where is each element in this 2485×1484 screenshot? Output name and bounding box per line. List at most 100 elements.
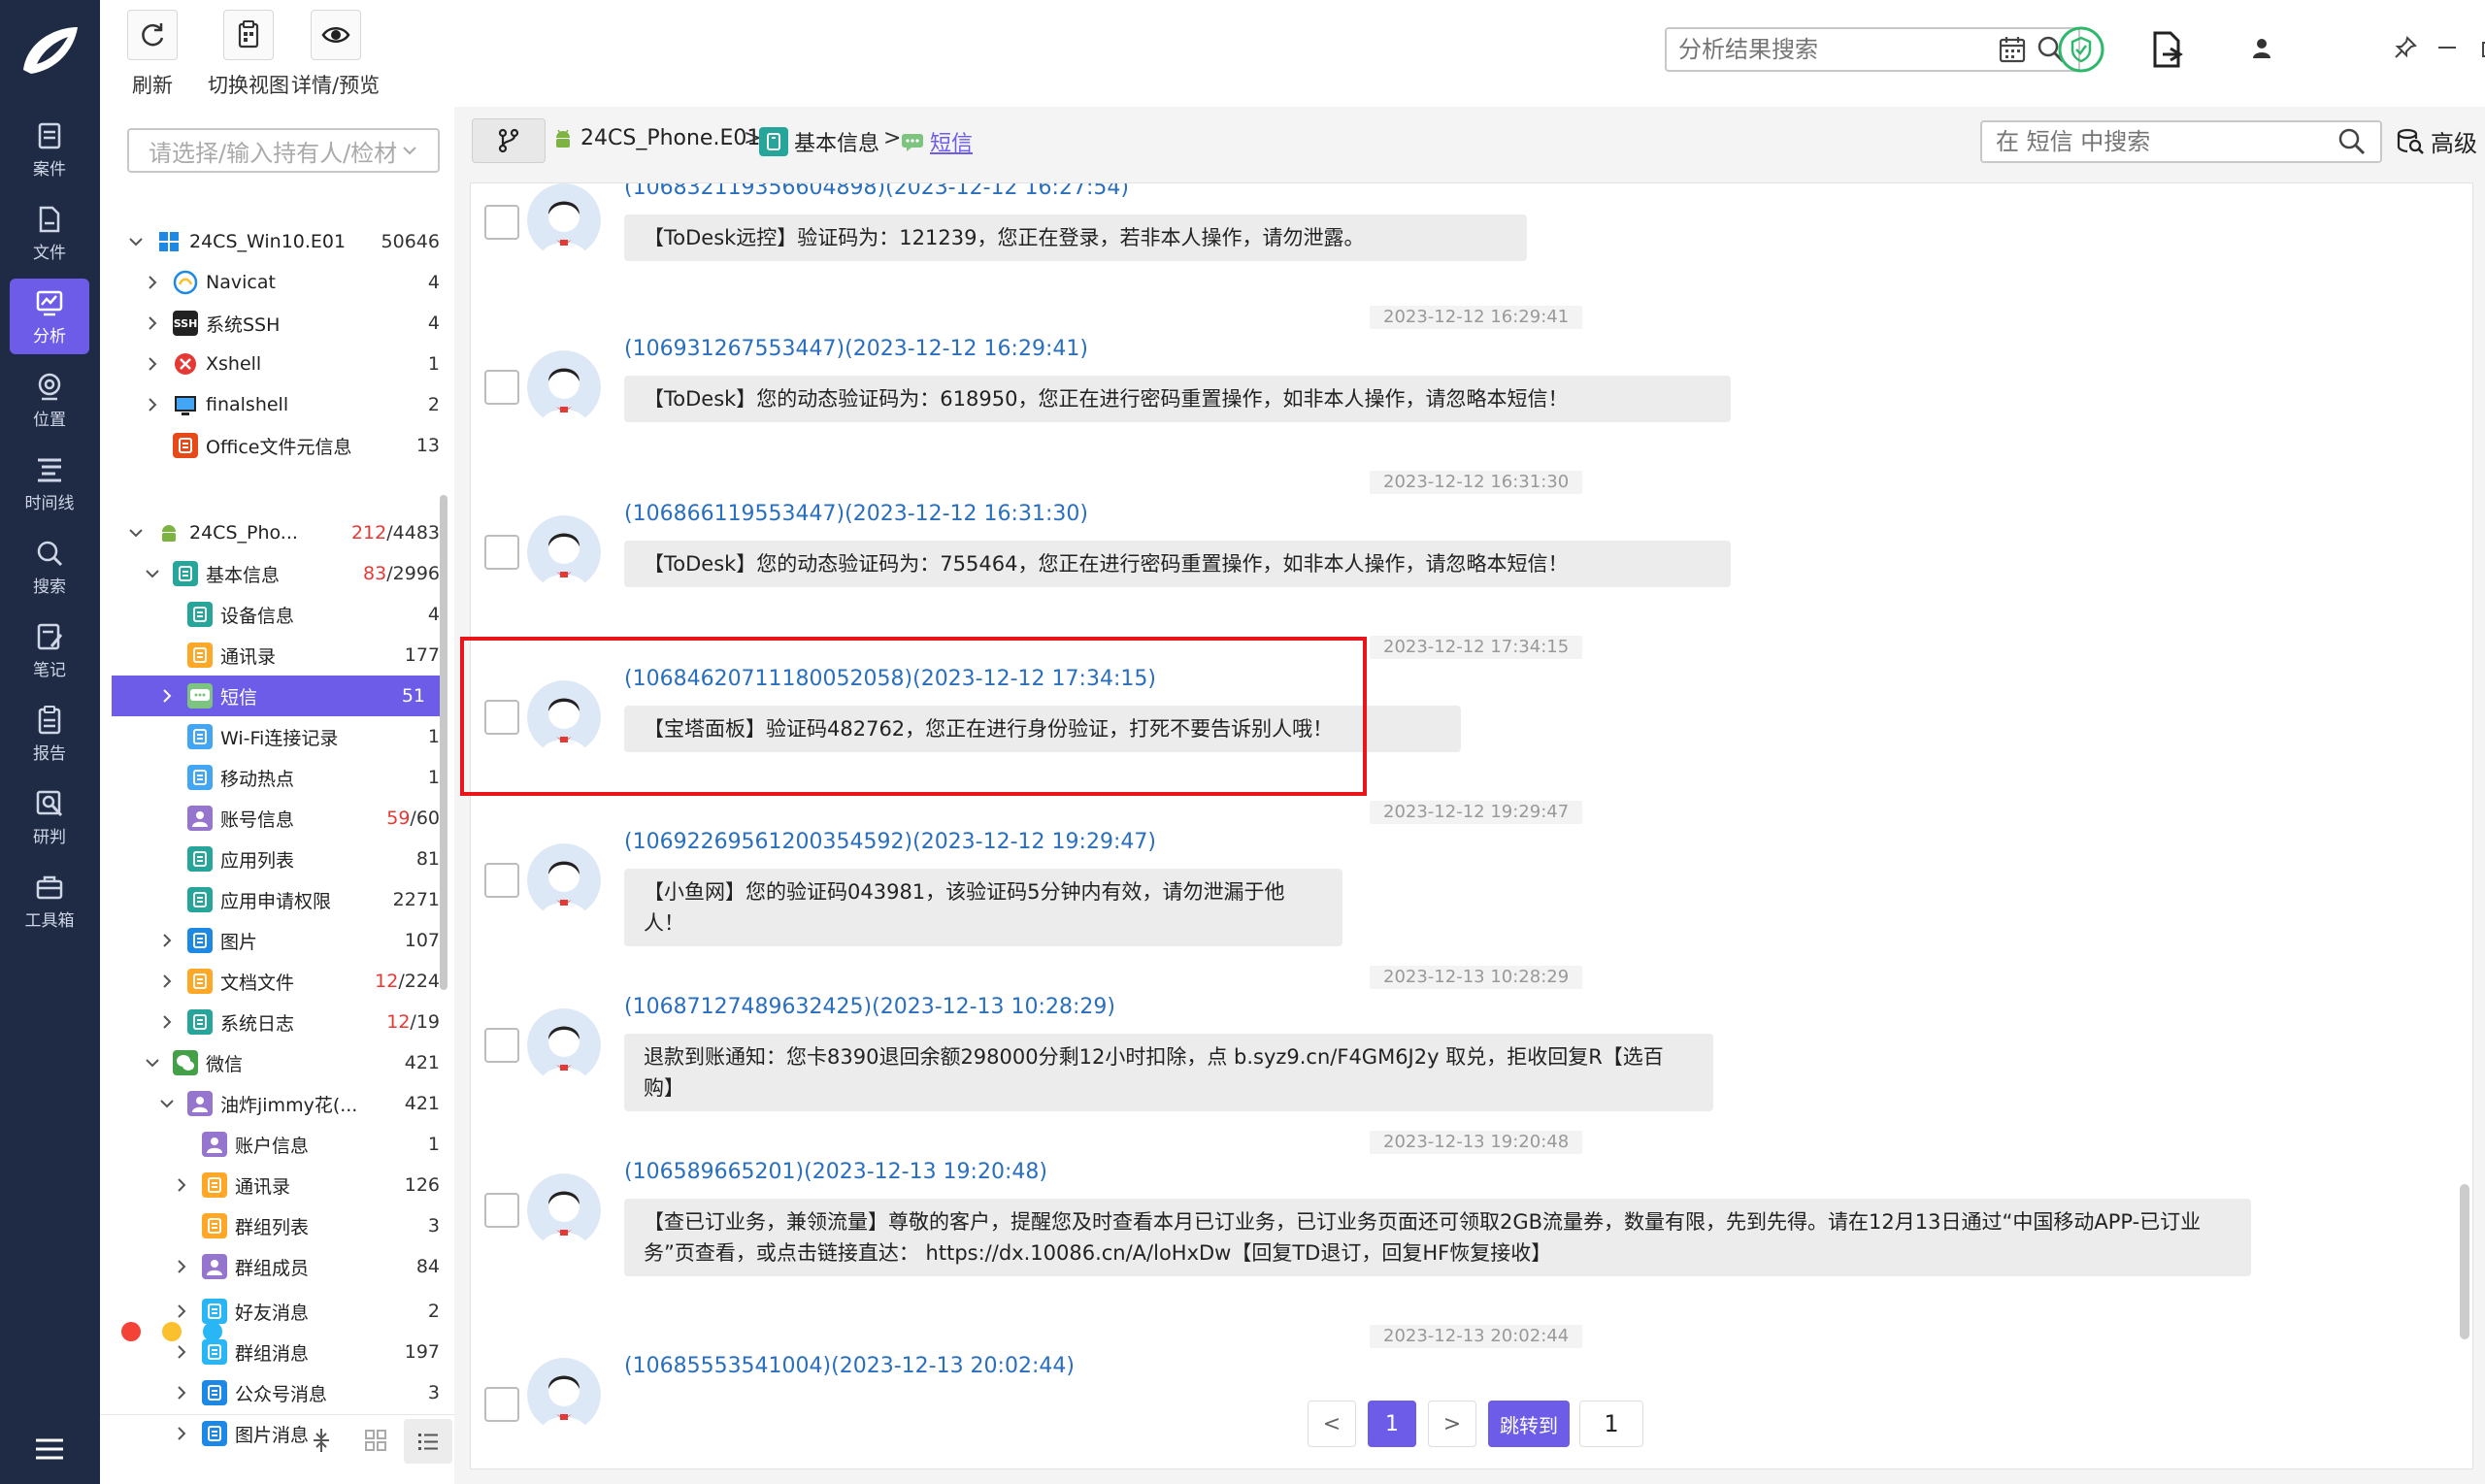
tree-item[interactable]: 账户信息 1 xyxy=(173,1124,440,1165)
message-select-checkbox[interactable] xyxy=(484,535,519,570)
tree-item[interactable]: 群组成员 84 xyxy=(173,1246,440,1287)
tree-item[interactable]: 微信 421 xyxy=(144,1042,440,1083)
note-icon xyxy=(37,623,63,649)
message-select-checkbox[interactable] xyxy=(484,1193,519,1228)
tree-item-label: Wi-Fi连接记录 xyxy=(220,727,339,749)
restore-icon[interactable] xyxy=(2479,35,2485,60)
tree-item[interactable]: 通讯录 177 xyxy=(158,635,440,676)
rail-item-timeline[interactable]: 时间线 xyxy=(10,445,89,521)
rail-item-location[interactable]: 位置 xyxy=(10,362,89,438)
tree-item[interactable]: 账号信息 59/60 xyxy=(158,798,440,839)
tree-item[interactable]: Xshell 1 xyxy=(144,344,440,384)
tree-scrollbar[interactable] xyxy=(440,495,447,990)
tree-item-label: 设备信息 xyxy=(220,605,295,627)
file-icon xyxy=(39,206,60,232)
tree-item-count: 12/19 xyxy=(386,1011,440,1033)
tree-item[interactable]: 基本信息 83/2996 xyxy=(144,553,440,594)
tree-item[interactable]: 文档文件 12/224 xyxy=(158,961,440,1002)
contact-avatar-icon xyxy=(527,1358,601,1432)
tree-item[interactable]: 应用列表 81 xyxy=(158,839,440,879)
tree-item-count: 2 xyxy=(427,394,440,415)
tree-item[interactable]: 系统日志 12/19 xyxy=(158,1002,440,1042)
sms-icon xyxy=(902,134,923,151)
global-search-box[interactable] xyxy=(1665,27,2080,72)
tree-item[interactable]: 公众号消息 3 xyxy=(173,1372,440,1413)
tree-item[interactable]: finalshell 2 xyxy=(144,384,440,425)
message-sender-link[interactable]: (106922695612003545​92)(2023-12-12 19:29… xyxy=(624,830,1156,854)
grid-view-icon[interactable] xyxy=(364,1429,387,1452)
pin-icon[interactable] xyxy=(2393,35,2418,60)
tree-item[interactable]: 图片 107 xyxy=(158,920,440,961)
rail-item-search[interactable]: 搜索 xyxy=(10,529,89,605)
prev-page-button[interactable]: < xyxy=(1308,1401,1356,1447)
rail-item-report[interactable]: 报告 xyxy=(10,696,89,772)
rail-item-judge[interactable]: 研判 xyxy=(10,779,89,855)
detail-preview-button[interactable]: 详情/预览 xyxy=(291,10,380,99)
export-button[interactable] xyxy=(2143,25,2192,74)
message-sender-link[interactable]: (10687127489632425)(2023-12-13 10:28:29) xyxy=(624,995,1115,1019)
tree-item[interactable]: Wi-Fi连接记录 1 xyxy=(158,716,440,757)
breadcrumb-section[interactable]: 基本信息 xyxy=(759,126,879,157)
next-page-button[interactable]: > xyxy=(1428,1401,1476,1447)
tree-item-count: 13 xyxy=(415,435,440,456)
message-sender-link[interactable]: (106866119553447)(2023-12-12 16:31:30) xyxy=(624,502,1088,526)
sms-message-list[interactable]: (10683211935660489​8)(2023-12-12 16:27:5… xyxy=(470,182,2473,1469)
message-select-checkbox[interactable] xyxy=(484,1028,519,1063)
search-icon[interactable] xyxy=(2337,127,2367,156)
tree-item[interactable]: SSH 系统SSH 4 xyxy=(144,303,440,344)
jump-to-page-button[interactable]: 跳转到 xyxy=(1488,1401,1570,1447)
list-view-button[interactable] xyxy=(404,1419,452,1464)
user-icon[interactable] xyxy=(2249,35,2274,60)
message-sender-link[interactable]: (106931267553447)(2023-12-12 16:29:41) xyxy=(624,337,1088,361)
tree-item-count: 212/4483 xyxy=(351,522,440,544)
tree-item[interactable]: 设备信息 4 xyxy=(158,594,440,635)
hamburger-menu-icon[interactable] xyxy=(34,1436,65,1462)
advanced-search-button[interactable]: 高级 xyxy=(2396,124,2477,158)
message-sender-link[interactable]: (10683211935660489​8)(2023-12-12 16:27:5… xyxy=(624,183,1129,200)
tree-item[interactable]: 24CS_Win10.E01 50646 xyxy=(127,221,440,262)
collapse-tree-icon[interactable] xyxy=(310,1427,333,1454)
tree-item[interactable]: 群组列表 3 xyxy=(173,1205,440,1246)
tree-item[interactable]: Navicat 4 xyxy=(144,262,440,303)
message-timestamp: 2023-12-13 20:02:44 xyxy=(1370,1325,1583,1348)
page-number-input[interactable]: 1 xyxy=(1579,1401,1643,1447)
message-select-checkbox[interactable] xyxy=(484,1387,519,1422)
advanced-search-label: 高级 xyxy=(2431,130,2477,157)
rail-item-file[interactable]: 文件 xyxy=(10,195,89,271)
rail-item-case[interactable]: 案件 xyxy=(10,112,89,187)
message-list-scrollbar[interactable] xyxy=(2460,1184,2469,1339)
refresh-button[interactable]: 刷新 xyxy=(127,10,178,99)
sms-search-box[interactable] xyxy=(1980,120,2382,163)
evidence-tree-panel: 请选择/输入持有人/检材 24CS_Win10.E01 50646 Navicat 4… xyxy=(100,107,454,1484)
tree-item[interactable]: 短信 51 xyxy=(112,676,440,716)
calendar-icon[interactable] xyxy=(1997,34,2028,65)
current-page-button[interactable]: 1 xyxy=(1368,1401,1416,1447)
tree-item[interactable]: 通讯录 126 xyxy=(173,1165,440,1205)
tree-item[interactable]: 24CS_Pho... 212/4483 xyxy=(127,512,440,553)
message-select-checkbox[interactable] xyxy=(484,370,519,405)
minimize-icon[interactable] xyxy=(2435,35,2460,60)
tree-item-label: 24CS_Win10.E01 xyxy=(189,231,347,252)
message-select-checkbox[interactable] xyxy=(484,863,519,898)
breadcrumb-current[interactable]: 短信 xyxy=(901,126,973,157)
rail-item-toolbox[interactable]: 工具箱 xyxy=(10,863,89,939)
message-sender-link[interactable]: (10685553541004)(2023-12-13 20:02:44) xyxy=(624,1354,1075,1378)
tree-item[interactable]: 应用申请权限 2271 xyxy=(158,879,440,920)
tree-item[interactable]: Office文件元信息 13 xyxy=(144,425,440,466)
branch-toggle-button[interactable] xyxy=(472,118,546,163)
switch-view-button[interactable]: 切换视图 xyxy=(208,10,289,99)
holder-select-dropdown[interactable]: 请选择/输入持有人/检材 xyxy=(127,128,440,173)
message-select-checkbox[interactable] xyxy=(484,205,519,240)
tree-item[interactable]: 油炸jimmy花(... 421 xyxy=(158,1083,440,1124)
switch-view-icon xyxy=(238,20,259,49)
message-sender-link[interactable]: (106589665201)(2023-12-13 19:20:48) xyxy=(624,1160,1047,1184)
rail-item-label: 工具箱 xyxy=(24,910,75,931)
tree-item[interactable]: 移动热点 1 xyxy=(158,757,440,798)
global-search-input[interactable] xyxy=(1678,36,1989,63)
android-icon xyxy=(556,129,570,148)
breadcrumb-device[interactable]: 24CS_Phone.E01 xyxy=(551,126,760,150)
security-shield-button[interactable] xyxy=(2057,25,2105,74)
sms-search-input[interactable] xyxy=(1996,128,2337,155)
rail-item-note[interactable]: 笔记 xyxy=(10,612,89,688)
rail-item-analysis[interactable]: 分析 xyxy=(10,279,89,354)
